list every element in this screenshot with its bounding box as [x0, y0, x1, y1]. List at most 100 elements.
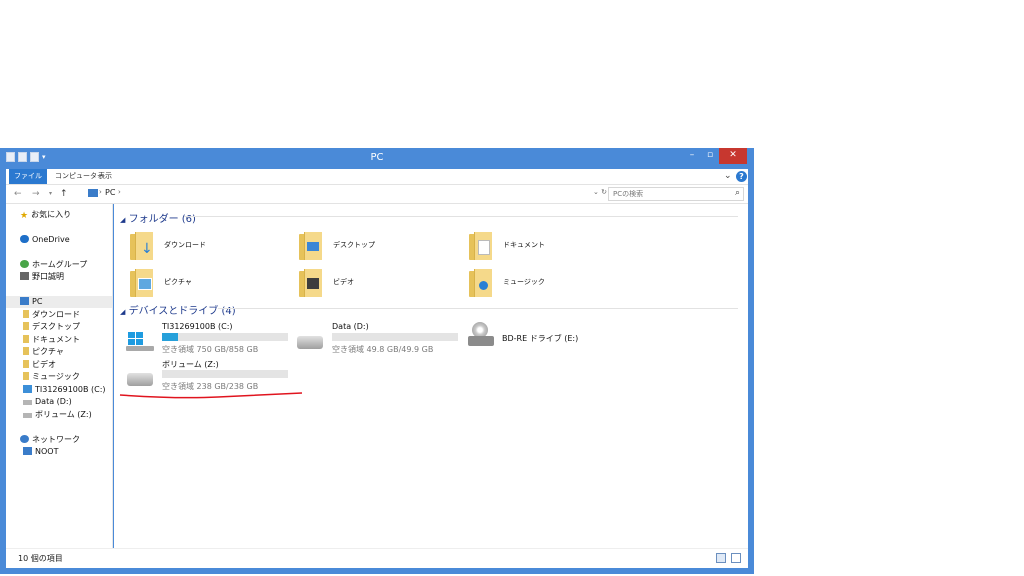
folders-group-header[interactable]: ◢ フォルダー (6) [120, 210, 196, 225]
drive-icon [23, 385, 32, 393]
chevron-right-icon[interactable]: › [118, 188, 121, 196]
search-input[interactable]: PCの検索 [613, 189, 643, 199]
back-button[interactable]: ← [14, 187, 22, 201]
pc-icon [88, 189, 98, 197]
hard-drive-icon [296, 332, 324, 350]
network-icon [20, 435, 29, 443]
documents-folder-icon [469, 232, 492, 260]
drive-c[interactable]: TI31269100B (C:) 空き領域 750 GB/858 GB [120, 322, 290, 358]
recent-locations-icon[interactable]: ▾ [49, 187, 52, 201]
usage-bar-fill [162, 333, 179, 341]
windows-drive-icon [126, 332, 154, 351]
tab-file[interactable]: ファイル [9, 169, 47, 184]
drive-name: BD-RE ドライブ (E:) [502, 334, 579, 343]
minimize-button[interactable]: – [683, 148, 701, 164]
sidebar-item-label: OneDrive [32, 235, 70, 244]
sidebar-item-label: 野口誠明 [32, 272, 64, 281]
drive-d[interactable]: Data (D:) 空き領域 49.8 GB/49.9 GB [290, 322, 460, 358]
sidebar-item-homegroup[interactable]: ホームグループ [20, 259, 87, 271]
hard-drive-icon [126, 369, 154, 387]
group-divider [218, 308, 738, 309]
folder-label: デスクトップ [333, 241, 375, 249]
sidebar-item-downloads[interactable]: ダウンロード [23, 309, 80, 321]
sidebar-item-network[interactable]: ネットワーク [20, 434, 80, 446]
up-button[interactable]: ↑ [60, 187, 68, 201]
help-icon[interactable]: ? [736, 171, 747, 182]
usage-bar [162, 333, 288, 341]
sidebar-item-label: ミュージック [32, 372, 80, 381]
drive-icon [23, 413, 32, 418]
usage-bar [162, 370, 288, 378]
folder-videos[interactable]: ビデオ [291, 265, 441, 299]
desktop-folder-icon [299, 232, 322, 260]
folder-icon [23, 310, 29, 318]
maximize-button[interactable]: ▫ [701, 148, 719, 164]
sidebar-item-label: ホームグループ [32, 260, 88, 269]
sidebar-item-label: TI31269100B (C:) [35, 385, 106, 394]
status-bar: 10 個の項目 [6, 548, 748, 568]
explorer-window: ▾ PC – ▫ ✕ ファイル コンピューター 表示 ⌄ ? ← → ▾ ↑ ›… [0, 148, 754, 574]
sidebar-item-drive-c[interactable]: TI31269100B (C:) [23, 384, 106, 396]
sidebar-item-pc[interactable]: PC [6, 296, 112, 308]
refresh-icon[interactable]: ⌄ ↻ [593, 188, 607, 196]
folder-documents[interactable]: ドキュメント [461, 228, 611, 262]
videos-folder-icon [299, 269, 322, 297]
navigation-pane: ★ お気に入り OneDrive ホームグループ 野口誠明 PC ダウンロード デ… [6, 204, 113, 548]
chevron-down-icon[interactable]: ◢ [120, 308, 125, 316]
chevron-down-icon[interactable]: ◢ [120, 216, 125, 224]
sidebar-item-drive-z[interactable]: ボリューム (Z:) [23, 409, 92, 421]
close-button[interactable]: ✕ [719, 148, 747, 164]
sidebar-item-music[interactable]: ミュージック [23, 371, 80, 383]
sidebar-item-label: ビデオ [32, 360, 56, 369]
ribbon-expand-icon[interactable]: ⌄ [724, 171, 732, 181]
folder-label: ダウンロード [164, 241, 206, 249]
music-folder-icon [469, 269, 492, 297]
ribbon-tabs: ファイル コンピューター 表示 ⌄ ? [6, 169, 748, 184]
sidebar-item-label: デスクトップ [32, 322, 80, 331]
address-bar[interactable]: › PC › ⌄ ↻ [88, 187, 608, 201]
tab-view[interactable]: 表示 [98, 169, 112, 184]
forward-button[interactable]: → [32, 187, 40, 201]
sidebar-item-videos[interactable]: ビデオ [23, 359, 56, 371]
usage-bar [332, 333, 458, 341]
sidebar-item-label: Data (D:) [35, 397, 72, 406]
folder-downloads[interactable]: ↓ ダウンロード [122, 228, 272, 262]
title-bar[interactable]: ▾ PC – ▫ ✕ [0, 148, 754, 168]
sidebar-item-favorites[interactable]: ★ お気に入り [20, 209, 71, 221]
sidebar-item-pictures[interactable]: ピクチャ [23, 346, 64, 358]
details-view-icon[interactable] [716, 553, 726, 563]
sidebar-item-label: NOOT [35, 447, 59, 456]
folder-desktop[interactable]: デスクトップ [291, 228, 441, 262]
large-icons-view-icon[interactable] [731, 553, 741, 563]
sidebar-item-label: ピクチャ [32, 347, 64, 356]
sidebar-item-documents[interactable]: ドキュメント [23, 334, 80, 346]
sidebar-item-onedrive[interactable]: OneDrive [20, 234, 70, 246]
folder-pictures[interactable]: ピクチャ [122, 265, 272, 299]
folder-label: ミュージック [503, 278, 545, 286]
folder-icon [23, 322, 29, 330]
sidebar-item-drive-d[interactable]: Data (D:) [23, 396, 72, 408]
sidebar-item-label: ダウンロード [32, 310, 80, 319]
navigation-bar: ← → ▾ ↑ › PC › ⌄ ↻ PCの検索 ⌕ [6, 184, 748, 204]
search-box[interactable]: PCの検索 ⌕ [608, 187, 744, 201]
folder-music[interactable]: ミュージック [461, 265, 611, 299]
breadcrumb-pc[interactable]: PC [105, 188, 115, 197]
pictures-folder-icon [130, 269, 153, 297]
drives-group-header[interactable]: ◢ デバイスとドライブ (4) [120, 302, 236, 317]
search-icon[interactable]: ⌕ [735, 188, 740, 198]
chevron-right-icon[interactable]: › [99, 188, 102, 196]
tab-computer[interactable]: コンピューター [55, 169, 104, 184]
folder-icon [23, 335, 29, 343]
sidebar-item-label: ボリューム (Z:) [35, 410, 92, 419]
content-pane: ◢ フォルダー (6) ↓ ダウンロード デスクトップ ドキュメント ピクチャ [114, 204, 748, 548]
star-icon: ★ [20, 211, 29, 221]
sidebar-item-homegroup-user[interactable]: 野口誠明 [20, 271, 64, 283]
folder-label: ピクチャ [164, 278, 192, 286]
computer-icon [23, 447, 32, 455]
sidebar-item-desktop[interactable]: デスクトップ [23, 321, 80, 333]
drive-e[interactable]: BD-RE ドライブ (E:) [460, 322, 630, 358]
cloud-icon [20, 235, 29, 243]
folder-icon [23, 360, 29, 368]
sidebar-item-network-node[interactable]: NOOT [23, 446, 58, 458]
free-space: 空き領域 49.8 GB/49.9 GB [332, 345, 434, 354]
